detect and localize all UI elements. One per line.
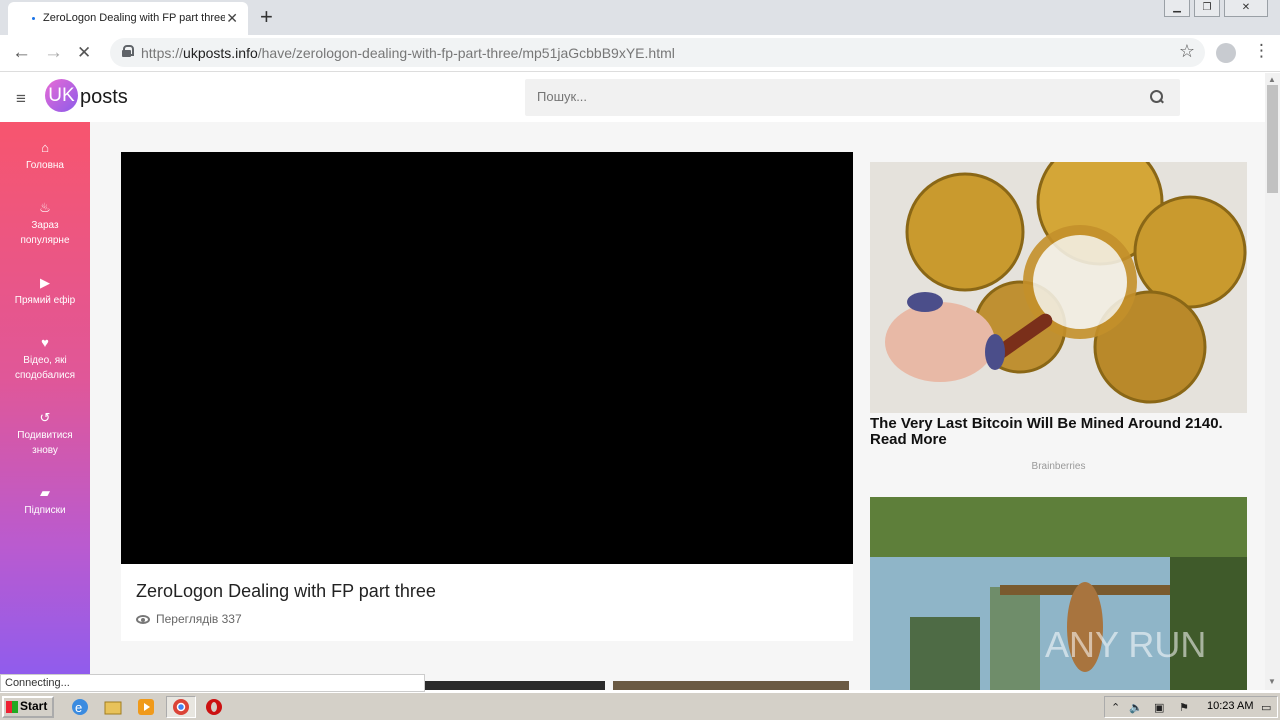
fire-icon: ♨ [39, 200, 51, 215]
browser-tab[interactable]: ZeroLogon Dealing with FP part three ✕ [8, 2, 248, 35]
sidebar-item-subscriptions[interactable]: ▰ Підписки [0, 485, 90, 518]
volume-icon[interactable]: 🔈 [1129, 701, 1143, 714]
view-count-text: Переглядів 337 [156, 612, 242, 626]
ad-image-game[interactable]: ANY RUN [870, 497, 1247, 690]
site-header: ≡ UK posts [0, 73, 1265, 122]
video-title: ZeroLogon Dealing with FP part three [136, 581, 436, 601]
new-tab-button[interactable]: + [260, 4, 273, 30]
view-count: Переглядів 337 [136, 612, 242, 626]
page-scrollbar[interactable]: ▲ ▼ [1265, 73, 1280, 690]
ad-title[interactable]: The Very Last Bitcoin Will Be Mined Arou… [870, 416, 1247, 448]
search-input[interactable] [537, 89, 713, 104]
tray-expand-icon[interactable]: ⌃ [1111, 701, 1120, 714]
sidebar-item-label: Подивитися знову [17, 430, 73, 456]
url-host: ukposts.info [183, 45, 258, 61]
internet-explorer-icon[interactable]: e [70, 697, 90, 717]
ad-image-bitcoin[interactable] [870, 162, 1247, 413]
browser-status-bar: Connecting... [0, 674, 425, 692]
video-player[interactable] [121, 152, 853, 564]
stop-loading-button[interactable]: ✕ [77, 40, 91, 66]
home-icon: ⌂ [41, 140, 49, 155]
address-bar[interactable]: https://ukposts.info/have/zerologon-deal… [110, 38, 1205, 67]
taskbar-clock[interactable]: 10:23 AM [1207, 700, 1253, 712]
file-explorer-icon[interactable] [103, 697, 123, 717]
sidebar-nav: ⌂ Головна ♨ Зараз популярне ▶ Прямий ефі… [0, 122, 90, 690]
lock-icon[interactable] [122, 45, 134, 57]
sidebar-item-label: Відео, які сподобалися [14, 355, 76, 381]
svg-text:ANY RUN: ANY RUN [1045, 624, 1206, 665]
ad-source: Brainberries [1031, 461, 1086, 472]
browser-menu-icon[interactable]: ⋮ [1253, 41, 1270, 61]
maximize-button[interactable]: ❐ [1194, 0, 1220, 17]
bookmark-star-icon[interactable]: ☆ [1179, 41, 1195, 62]
start-label: Start [20, 699, 48, 713]
media-player-icon[interactable] [136, 697, 156, 717]
url-scheme: https:// [141, 45, 184, 61]
logo-badge[interactable]: UK [45, 79, 78, 112]
show-desktop-icon[interactable]: ▭ [1261, 701, 1271, 714]
sidebar-item-label: Головна [26, 160, 64, 171]
close-window-button[interactable]: ✕ [1224, 0, 1268, 17]
tab-title: ZeroLogon Dealing with FP part three [43, 12, 225, 24]
start-button[interactable]: Start [2, 696, 54, 718]
related-video-thumbnail[interactable] [613, 681, 849, 690]
windows-taskbar: Start e ⌃ 🔈 ▣ ⚑ 10:23 AM ▭ [0, 692, 1280, 720]
web-page: ≡ UK posts ⌂ Головна ♨ Зараз популярне ▶… [0, 73, 1265, 690]
youtube-icon: ▶ [40, 275, 50, 290]
sidebar-item-live[interactable]: ▶ Прямий ефір [0, 275, 90, 308]
browser-tabstrip: ZeroLogon Dealing with FP part three ✕ +… [0, 0, 1280, 35]
tab-close-icon[interactable]: ✕ [226, 9, 238, 27]
history-icon: ↺ [39, 410, 51, 425]
video-info: ZeroLogon Dealing with FP part three Пер… [121, 564, 853, 641]
logo-text[interactable]: posts [80, 86, 128, 109]
hamburger-menu-icon[interactable]: ≡ [16, 89, 26, 109]
network-icon[interactable]: ▣ [1154, 701, 1164, 714]
heart-icon: ♥ [41, 335, 49, 350]
search-box[interactable] [525, 79, 1180, 116]
sidebar-item-trending[interactable]: ♨ Зараз популярне [0, 200, 90, 248]
sidebar-item-home[interactable]: ⌂ Головна [0, 140, 90, 173]
minimize-button[interactable]: ▁ [1164, 0, 1190, 17]
url-path: /have/zerologon-dealing-with-fp-part-thr… [257, 45, 675, 61]
scroll-up-icon[interactable]: ▲ [1268, 75, 1276, 84]
action-center-flag-icon[interactable]: ⚑ [1179, 701, 1189, 714]
browser-toolbar: ← → ✕ https://ukposts.info/have/zerologo… [0, 35, 1280, 72]
eye-icon [136, 615, 150, 625]
url-text[interactable]: https://ukposts.info/have/zerologon-deal… [141, 45, 675, 61]
window-controls: ▁ ❐ ✕ [1164, 0, 1268, 17]
back-button[interactable]: ← [12, 40, 31, 66]
search-icon[interactable] [1150, 90, 1164, 104]
chrome-taskbar-button[interactable] [166, 696, 196, 718]
scrollbar-thumb[interactable] [1267, 85, 1278, 193]
sidebar-item-liked[interactable]: ♥ Відео, які сподобалися [0, 335, 90, 383]
sidebar-item-history[interactable]: ↺ Подивитися знову [0, 410, 90, 458]
windows-logo-icon [6, 700, 18, 713]
sidebar-item-label: Підписки [24, 505, 66, 516]
folder-icon: ▰ [40, 485, 50, 500]
loading-icon [32, 17, 35, 20]
profile-avatar[interactable] [1216, 43, 1236, 63]
svg-text:e: e [75, 700, 82, 715]
forward-button[interactable]: → [44, 40, 63, 66]
related-video-thumbnail[interactable] [424, 681, 605, 690]
sidebar-item-label: Зараз популярне [20, 220, 70, 246]
sidebar-item-label: Прямий ефір [14, 295, 76, 306]
scroll-down-icon[interactable]: ▼ [1268, 677, 1276, 686]
opera-icon[interactable] [204, 697, 224, 717]
